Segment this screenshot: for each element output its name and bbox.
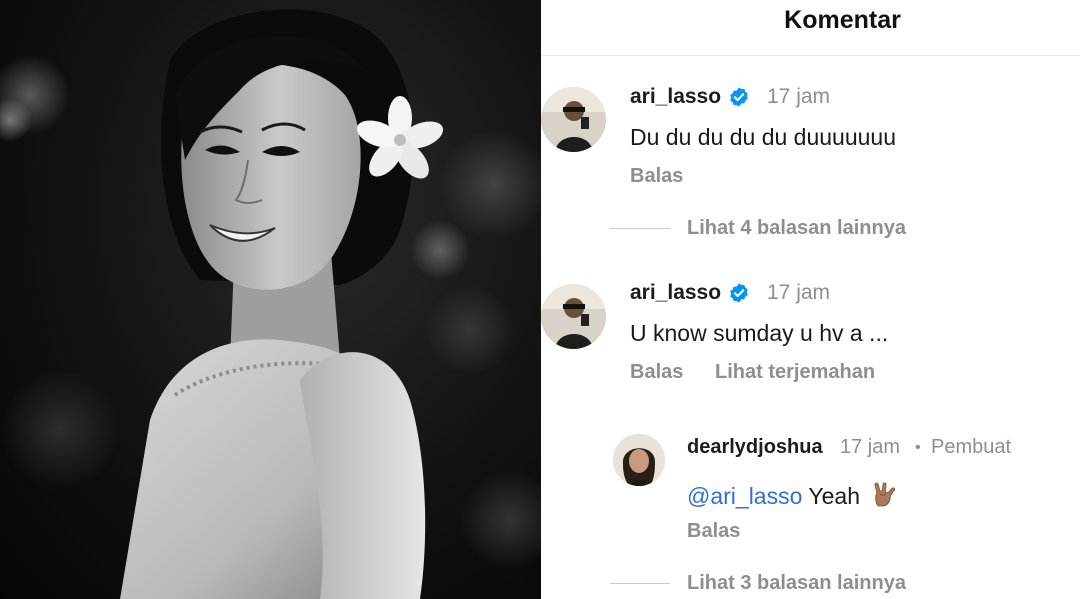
reply-username[interactable]: dearlydjoshua: [687, 436, 823, 459]
verified-badge-icon: [730, 87, 748, 107]
reply-button[interactable]: Balas: [630, 165, 683, 188]
author-badge: Pembuat: [931, 436, 1012, 458]
reply-button[interactable]: Balas: [687, 520, 740, 543]
comment-username[interactable]: ari_lasso: [630, 85, 721, 109]
comments-panel: Komentar ari_lasso 17 jam Du du du du du…: [541, 0, 1080, 599]
reply-text: @ari_lasso Yeah: [687, 480, 898, 510]
comment-timestamp: 17 jam: [767, 281, 831, 304]
translate-button[interactable]: Lihat terjemahan: [715, 361, 875, 384]
avatar[interactable]: [613, 434, 665, 486]
reply-text-body: Yeah: [808, 483, 860, 509]
comment-username[interactable]: ari_lasso: [630, 281, 721, 305]
replies-divider: [610, 583, 670, 584]
comment-text: U know sumday u hv a ...: [630, 320, 889, 346]
page-title: Komentar: [784, 6, 901, 34]
comment-timestamp: 17 jam: [767, 85, 831, 108]
reply-timestamp: 17 jam: [840, 436, 901, 458]
avatar[interactable]: [541, 284, 606, 349]
verified-badge-icon: [730, 283, 748, 303]
separator-dot: •: [915, 439, 921, 456]
panel-header: Komentar: [541, 0, 1080, 56]
avatar[interactable]: [541, 87, 606, 152]
sign-of-the-horns-emoji-icon: [874, 482, 896, 507]
replies-divider: [610, 228, 670, 229]
view-replies-button[interactable]: Lihat 4 balasan lainnya: [687, 217, 906, 240]
view-replies-button[interactable]: Lihat 3 balasan lainnya: [687, 572, 906, 595]
comment-text: Du du du du du duuuuuuu: [630, 124, 897, 150]
mention-link[interactable]: @ari_lasso: [687, 483, 802, 509]
reply-button[interactable]: Balas: [630, 361, 683, 384]
post-photo: [0, 0, 541, 599]
